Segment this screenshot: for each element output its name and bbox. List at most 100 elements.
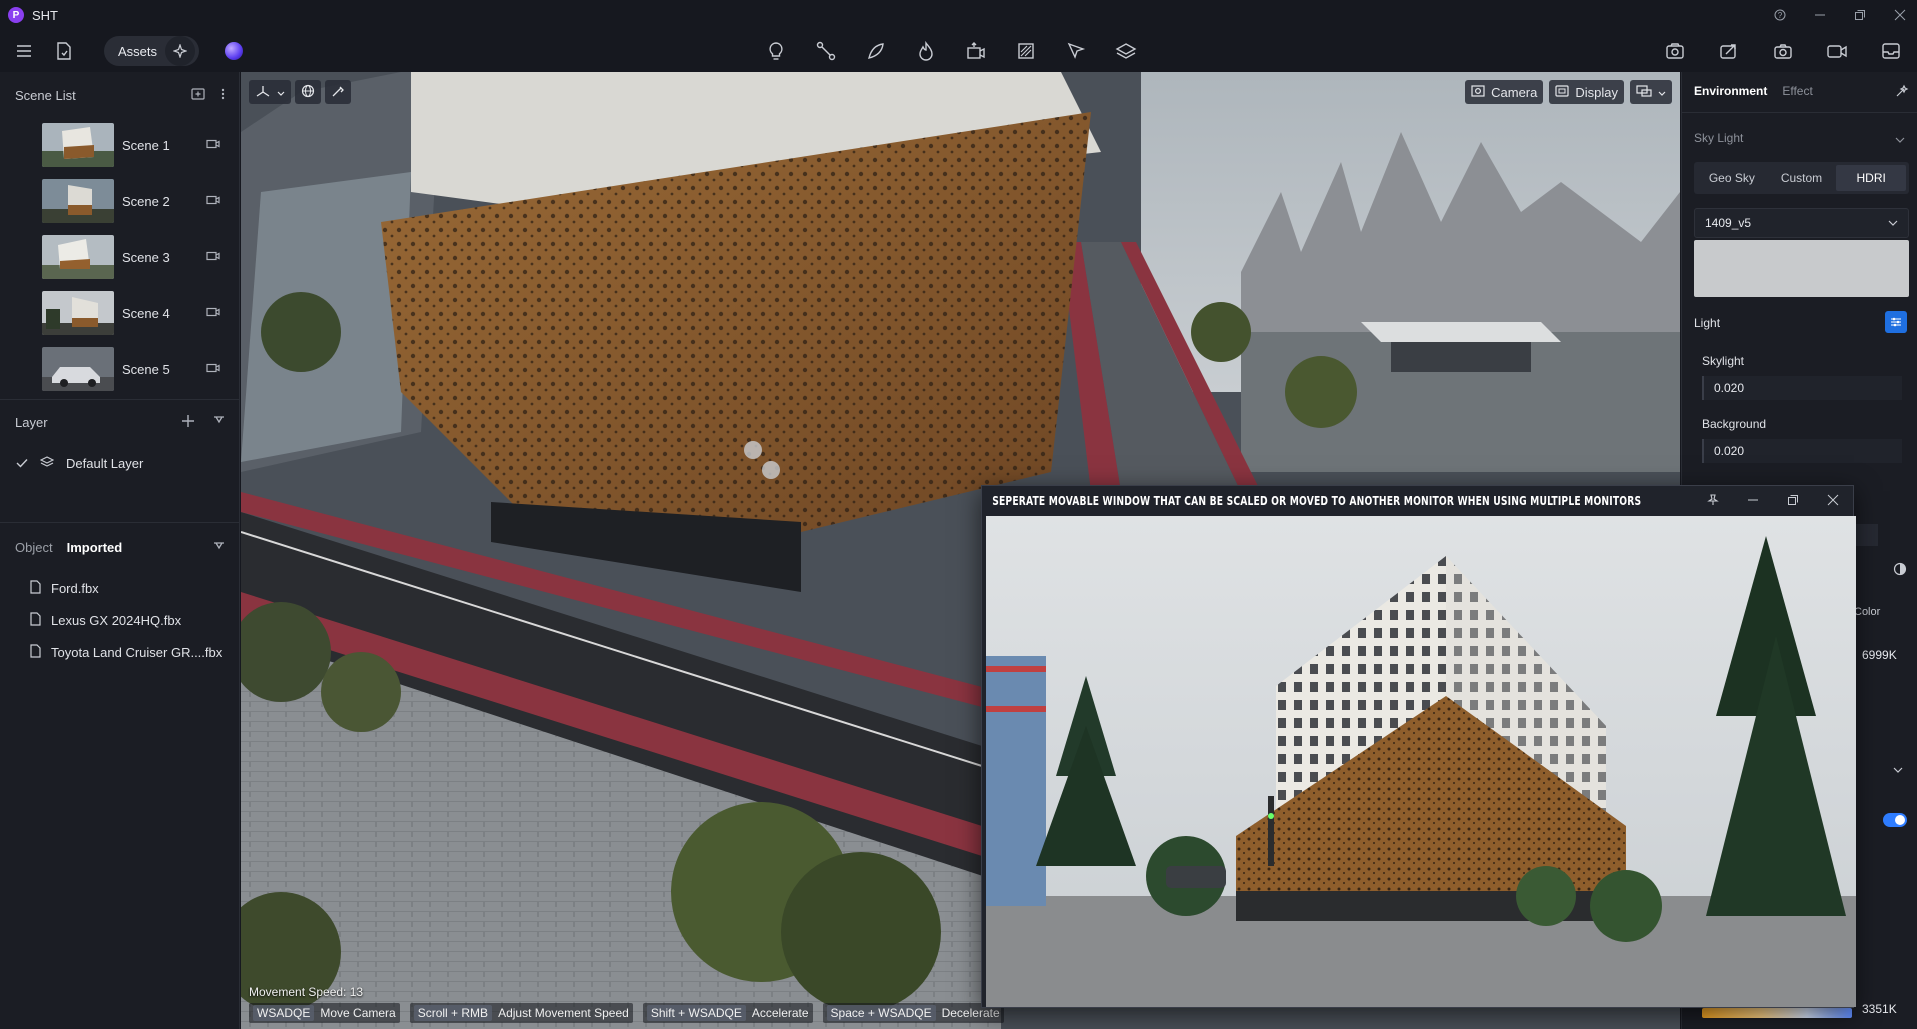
camera-icon[interactable] (206, 361, 220, 376)
screen-layout-button[interactable] (1630, 80, 1672, 104)
hdri-select[interactable]: 1409_v5 (1694, 208, 1909, 238)
minimize-icon[interactable] (1809, 4, 1831, 26)
minimize-icon[interactable] (1743, 490, 1763, 510)
chevron-down-icon[interactable] (1893, 762, 1903, 777)
scene-item[interactable]: Scene 4 (0, 285, 240, 341)
scene-item[interactable]: Scene 3 (0, 229, 240, 285)
pin-icon[interactable] (1703, 490, 1723, 510)
chevron-down-icon (1888, 216, 1898, 230)
light-bulb-icon[interactable] (760, 36, 792, 66)
contrast-icon[interactable] (1893, 562, 1907, 579)
scene-thumbnail (42, 123, 114, 167)
left-panel: Scene List Scene 1 Scene 2 Scene 3 Scene… (0, 72, 240, 1029)
path-icon[interactable] (810, 36, 842, 66)
file-item[interactable]: Lexus GX 2024HQ.fbx (0, 604, 240, 636)
scene-item[interactable]: Scene 1 (0, 117, 240, 173)
app-logo: P (8, 7, 24, 23)
draw-icon[interactable] (860, 36, 892, 66)
camera-path-icon[interactable] (960, 36, 992, 66)
effect-icon[interactable] (910, 36, 942, 66)
sky-mode-custom[interactable]: Custom (1767, 165, 1837, 191)
background-label: Background (1702, 417, 1767, 431)
hint-item: Space + WSADQE Decelerate (822, 1003, 1004, 1023)
scene-thumbnail (42, 179, 114, 223)
tab-imported[interactable]: Imported (67, 540, 123, 555)
chevron-down-icon[interactable] (1895, 132, 1905, 147)
sky-mode-hdri[interactable]: HDRI (1836, 165, 1907, 191)
layer-item[interactable]: Default Layer (0, 448, 240, 478)
light-settings-button[interactable] (1885, 311, 1907, 333)
file-item[interactable]: Toyota Land Cruiser GR....fbx (0, 636, 240, 668)
floating-window-title: SEPERATE MOVABLE WINDOW THAT CAN BE SCAL… (992, 494, 1642, 508)
tab-object[interactable]: Object (15, 540, 53, 555)
assets-label: Assets (118, 43, 158, 59)
toggle-switch[interactable] (1883, 813, 1907, 827)
hint-key: WSADQE (253, 1005, 315, 1021)
color-label: Color (1854, 606, 1881, 618)
floating-preview-window[interactable]: SEPERATE MOVABLE WINDOW THAT CAN BE SCAL… (981, 485, 1856, 1008)
menu-icon[interactable] (10, 37, 38, 65)
file-name: Ford.fbx (51, 580, 99, 596)
camera-icon[interactable] (206, 249, 220, 264)
help-icon[interactable]: ? (1769, 4, 1791, 26)
hdri-preview[interactable] (1694, 240, 1909, 297)
scene-item[interactable]: Scene 2 (0, 173, 240, 229)
divider (0, 522, 240, 523)
transform-gizmo-button[interactable] (249, 80, 291, 104)
sky-mode-geo[interactable]: Geo Sky (1697, 165, 1767, 191)
assets-toggle[interactable]: Assets (104, 36, 200, 66)
scene-name: Scene 3 (122, 249, 170, 265)
close-icon[interactable] (1823, 490, 1843, 510)
render-preview (986, 516, 1856, 1007)
camera-button[interactable]: Camera (1465, 80, 1544, 104)
scene-item[interactable]: Scene 5 (0, 341, 240, 397)
magic-wand-icon[interactable] (1895, 84, 1909, 101)
camera-icon[interactable] (206, 193, 220, 208)
more-icon[interactable] (221, 88, 225, 103)
hint-key: Space + WSADQE (826, 1005, 936, 1021)
globe-button[interactable] (295, 80, 321, 104)
file-name: Lexus GX 2024HQ.fbx (51, 612, 182, 628)
add-scene-icon[interactable] (191, 87, 205, 103)
close-icon[interactable] (1889, 4, 1911, 26)
sliders-icon (1890, 315, 1902, 330)
eyedropper-button[interactable] (325, 80, 351, 104)
eyedropper-icon (331, 84, 345, 101)
scene-name: Scene 1 (122, 137, 170, 153)
main-toolbar: Assets (0, 30, 1917, 72)
display-button[interactable]: Display (1549, 80, 1624, 104)
right-panel-tabs: Environment Effect (1694, 84, 1813, 98)
render-icon[interactable] (1659, 36, 1691, 66)
inbox-icon[interactable] (1875, 36, 1907, 66)
filter-icon[interactable] (213, 414, 225, 431)
ai-orb-icon[interactable] (225, 42, 244, 60)
svg-text:?: ? (1778, 11, 1783, 20)
camera-icon[interactable] (206, 305, 220, 320)
file-sync-icon[interactable] (50, 37, 78, 65)
screenshot-icon[interactable] (1767, 36, 1799, 66)
section-icon[interactable] (1010, 36, 1042, 66)
file-item[interactable]: Ford.fbx (0, 572, 240, 604)
restore-icon[interactable] (1849, 4, 1871, 26)
tab-environment[interactable]: Environment (1694, 84, 1767, 98)
object-header: Object Imported (0, 532, 240, 562)
hint-item: Shift + WSADQE Accelerate (642, 1003, 813, 1023)
title-bar: P SHT ? (0, 0, 1917, 30)
skylight-input[interactable]: 0.020 (1702, 376, 1902, 400)
check-icon[interactable] (16, 456, 28, 471)
video-icon[interactable] (1821, 36, 1853, 66)
color-temperature-bar[interactable] (1702, 1008, 1852, 1018)
restore-icon[interactable] (1783, 490, 1803, 510)
layers-icon[interactable] (1110, 36, 1142, 66)
filter-icon[interactable] (213, 540, 225, 555)
camera-icon[interactable] (206, 137, 220, 152)
share-icon[interactable] (1713, 36, 1745, 66)
hint-action: Accelerate (751, 1006, 809, 1020)
annotate-icon[interactable] (1060, 36, 1092, 66)
add-layer-icon[interactable] (181, 414, 195, 431)
sky-light-label: Sky Light (1694, 131, 1744, 145)
background-input[interactable]: 0.020 (1702, 439, 1902, 463)
sparkle-icon[interactable] (165, 36, 196, 66)
scene-thumbnail (42, 235, 114, 279)
tab-effect[interactable]: Effect (1782, 84, 1812, 98)
